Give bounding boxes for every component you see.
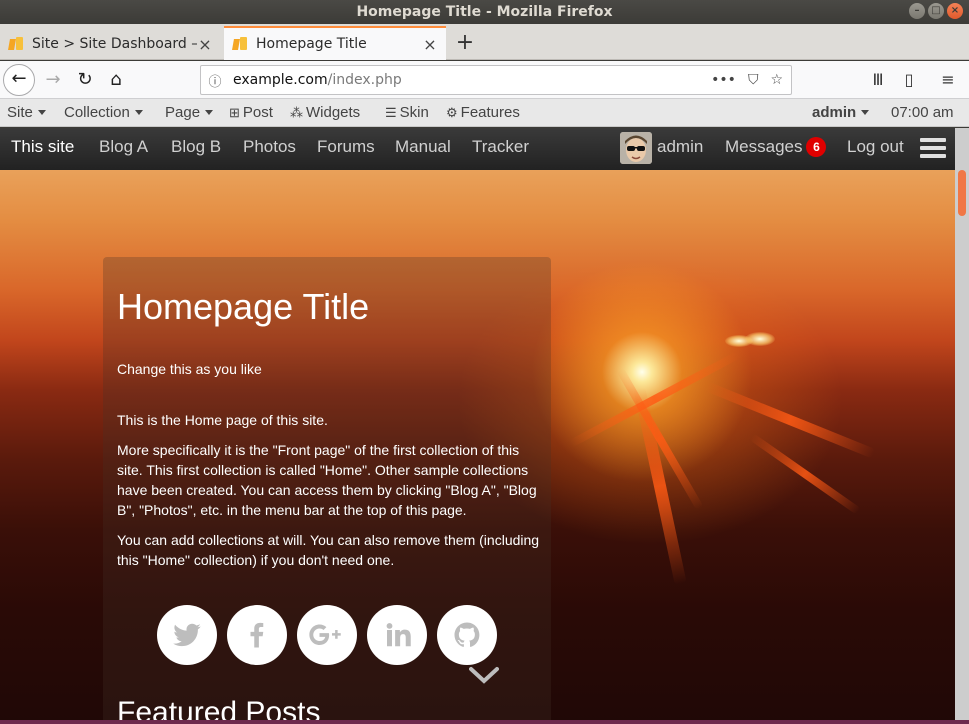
gear-icon: ⚙ bbox=[446, 105, 458, 120]
caret-down-icon bbox=[205, 110, 214, 115]
admin-user-menu[interactable]: admin bbox=[812, 99, 870, 127]
avatar-image bbox=[620, 132, 652, 164]
messages-badge: 6 bbox=[806, 137, 827, 157]
admin-toolbar: Site Collection Page ⊞ Post ⁂ Widgets ☰ Ski… bbox=[0, 99, 969, 127]
b2evolution-favicon-icon bbox=[232, 36, 248, 52]
facebook-icon[interactable] bbox=[227, 605, 287, 665]
url-actions: ••• ⛉ ☆ bbox=[711, 72, 791, 88]
avatar[interactable] bbox=[620, 132, 652, 164]
tab-close-icon[interactable]: × bbox=[197, 35, 213, 54]
menu-photos[interactable]: Photos bbox=[243, 128, 296, 170]
menu-logout[interactable]: Log out bbox=[847, 128, 904, 170]
caret-down-icon bbox=[37, 110, 46, 115]
forward-arrow-icon[interactable]: → bbox=[37, 64, 69, 96]
tab-site-dashboard[interactable]: Site > Site Dashboard – b × bbox=[0, 28, 221, 60]
url-path: /index.php bbox=[327, 72, 402, 88]
admin-user-label: admin bbox=[812, 104, 857, 121]
admin-menu-post[interactable]: ⊞ Post bbox=[229, 99, 273, 127]
sliders-icon: ☰ bbox=[385, 105, 397, 120]
admin-menu-label: Page bbox=[165, 104, 201, 121]
tab-strip: Site > Site Dashboard – b × Homepage Tit… bbox=[0, 24, 969, 60]
site-info-icon[interactable]: ⓘ bbox=[201, 71, 229, 90]
admin-menu-skin[interactable]: ☰ Skin bbox=[385, 99, 429, 127]
url-host: example.com bbox=[233, 72, 328, 88]
url-bar[interactable]: ⓘ example.com/index.php ••• ⛉ ☆ bbox=[200, 65, 792, 95]
admin-menu-site[interactable]: Site bbox=[7, 99, 46, 127]
admin-menu-features[interactable]: ⚙ Features bbox=[446, 99, 520, 127]
admin-time: 07:00 am bbox=[891, 104, 954, 121]
social-links bbox=[157, 605, 497, 665]
bookmark-star-icon[interactable]: ☆ bbox=[770, 72, 783, 88]
window-bottom-border bbox=[0, 720, 969, 724]
navigation-bar: ← → ↻ ⌂ ⓘ example.com/index.php ••• ⛉ ☆ … bbox=[0, 61, 969, 99]
close-button[interactable]: × bbox=[947, 3, 963, 19]
menu-user[interactable]: admin bbox=[657, 128, 703, 170]
scroll-down-chevron-icon[interactable] bbox=[469, 666, 499, 684]
admin-menu-page[interactable]: Page bbox=[165, 99, 214, 127]
home-icon[interactable]: ⌂ bbox=[100, 64, 132, 96]
open-menu-icon[interactable]: ≡ bbox=[934, 64, 962, 96]
library-icon[interactable]: Ⅲ bbox=[864, 64, 892, 96]
menu-messages[interactable]: Messages 6 bbox=[725, 128, 827, 170]
window-controls: – □ × bbox=[909, 3, 963, 19]
intro-paragraph: More specifically it is the "Front page"… bbox=[117, 442, 537, 518]
site-menu: This site Blog A Blog B Photos Forums Ma… bbox=[0, 128, 955, 170]
page-subtitle: Change this as you like bbox=[117, 361, 262, 377]
admin-menu-collection[interactable]: Collection bbox=[64, 99, 143, 127]
menu-this-site[interactable]: This site bbox=[11, 128, 74, 170]
menu-blog-b[interactable]: Blog B bbox=[171, 128, 221, 170]
menu-tracker[interactable]: Tracker bbox=[472, 128, 529, 170]
intro-paragraph: This is the Home page of this site. bbox=[117, 412, 328, 428]
sidebar-icon[interactable]: ▯ bbox=[895, 64, 923, 96]
admin-menu-widgets[interactable]: ⁂ Widgets bbox=[290, 99, 360, 127]
window-title: Homepage Title - Mozilla Firefox bbox=[356, 4, 613, 20]
admin-menu-label: Post bbox=[242, 104, 273, 121]
back-arrow-icon[interactable]: ← bbox=[3, 64, 35, 96]
menu-manual[interactable]: Manual bbox=[395, 128, 451, 170]
twitter-icon[interactable] bbox=[157, 605, 217, 665]
reload-icon[interactable]: ↻ bbox=[69, 64, 101, 96]
admin-menu-label: Skin bbox=[399, 104, 429, 121]
menu-forums[interactable]: Forums bbox=[317, 128, 375, 170]
menu-blog-a[interactable]: Blog A bbox=[99, 128, 148, 170]
window-titlebar: Homepage Title - Mozilla Firefox – □ × bbox=[0, 0, 969, 24]
b2evolution-favicon-icon bbox=[8, 36, 24, 52]
minimize-button[interactable]: – bbox=[909, 3, 925, 19]
plus-square-icon: ⊞ bbox=[229, 105, 240, 120]
new-tab-icon[interactable]: + bbox=[452, 30, 478, 56]
google-plus-icon[interactable] bbox=[297, 605, 357, 665]
caret-down-icon bbox=[134, 110, 143, 115]
caret-down-icon bbox=[861, 110, 870, 115]
tab-close-icon[interactable]: × bbox=[422, 35, 438, 54]
scrollbar-thumb[interactable] bbox=[958, 170, 966, 216]
intro-paragraph: You can add collections at will. You can… bbox=[117, 532, 540, 568]
page-actions-icon[interactable]: ••• bbox=[711, 72, 736, 88]
hamburger-menu-icon[interactable] bbox=[920, 138, 946, 160]
pocket-icon[interactable]: ⛉ bbox=[748, 72, 759, 88]
admin-menu-label: Site bbox=[7, 104, 33, 121]
hero-section: Homepage Title Change this as you like T… bbox=[0, 170, 955, 724]
intro-text: This is the Home page of this site. More… bbox=[117, 410, 542, 580]
tab-label: Homepage Title bbox=[256, 36, 367, 52]
lens-flare bbox=[633, 386, 687, 586]
tab-label: Site > Site Dashboard – b bbox=[32, 36, 197, 52]
admin-menu-label: Collection bbox=[64, 104, 130, 121]
url-text[interactable]: example.com/index.php bbox=[229, 72, 711, 88]
messages-label: Messages bbox=[725, 137, 803, 156]
page-scrollbar[interactable] bbox=[955, 128, 969, 724]
tab-homepage[interactable]: Homepage Title × bbox=[224, 26, 446, 60]
page-title: Homepage Title bbox=[117, 286, 370, 327]
lens-flare bbox=[704, 381, 876, 459]
cubes-icon: ⁂ bbox=[290, 105, 303, 120]
sun-glint bbox=[745, 332, 775, 346]
linkedin-icon[interactable] bbox=[367, 605, 427, 665]
maximize-button[interactable]: □ bbox=[928, 3, 944, 19]
github-icon[interactable] bbox=[437, 605, 497, 665]
admin-menu-label: Widgets bbox=[306, 104, 361, 121]
admin-menu-label: Features bbox=[460, 104, 520, 121]
